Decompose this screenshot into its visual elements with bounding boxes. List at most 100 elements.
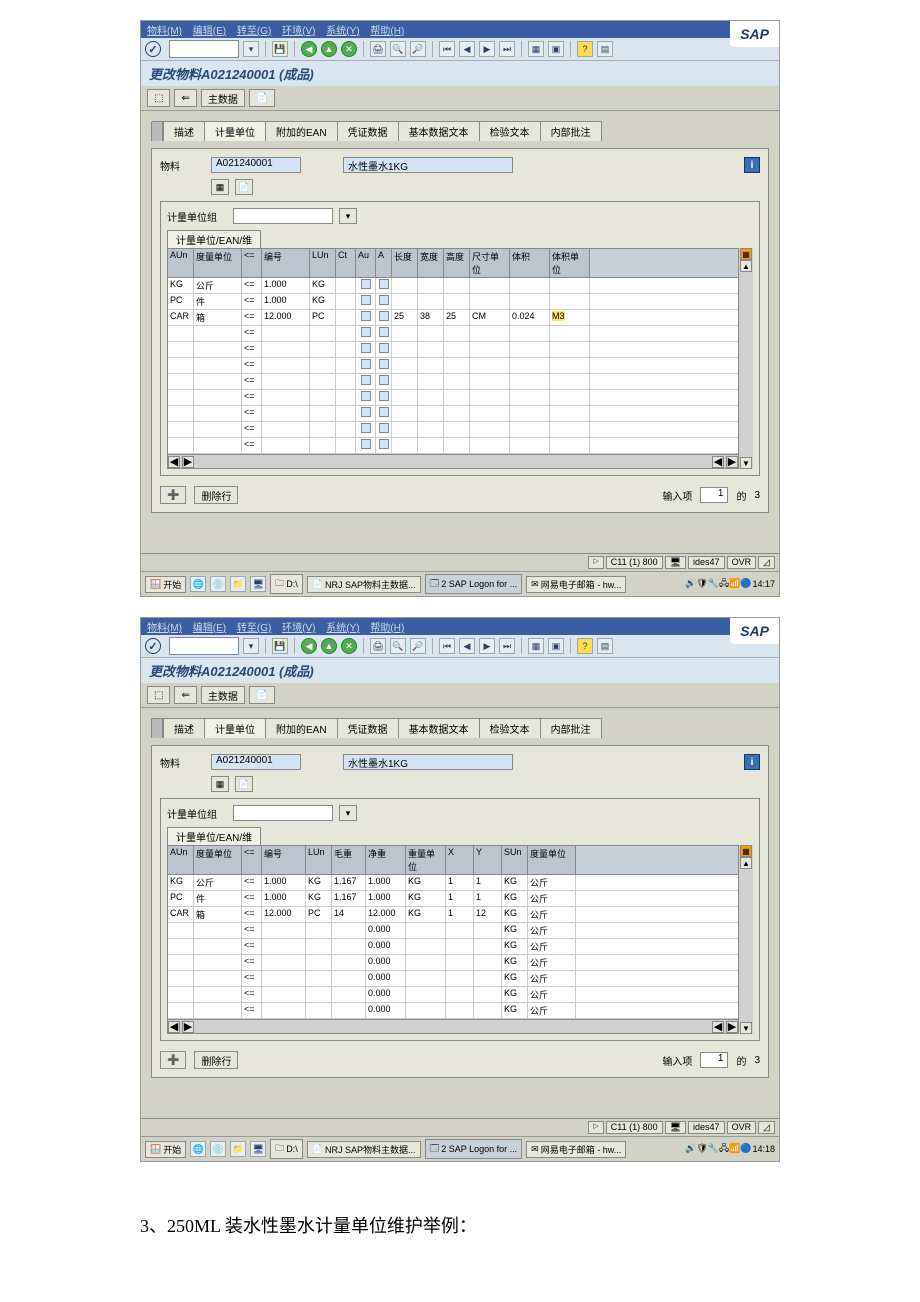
cancel-icon[interactable]: ✕ [341,41,357,57]
find-icon[interactable]: 🔍 [390,638,406,654]
tab-note[interactable]: 内部批注 [540,121,602,141]
table-row[interactable]: <= [168,374,738,390]
table-row[interactable]: KG公斤<=1.000KG [168,278,738,294]
new-row-button[interactable]: ➕ [160,486,186,504]
tab-ean[interactable]: 附加的EAN [265,718,338,738]
table-row[interactable]: CAR箱<=12.000PC1412.000KG112KG公斤 [168,907,738,923]
task-netease[interactable]: ✉ 网易电子邮箱 - hw... [526,1141,626,1158]
dropdown-icon[interactable]: ▾ [243,638,259,654]
menu-env[interactable]: 环境(V) [282,623,315,634]
org-levels-button[interactable]: 📄 [249,89,275,107]
table-row[interactable]: PC件<=1.000KG1.1671.000KG11KG公斤 [168,891,738,907]
vscroll-up-icon[interactable]: ▲ [740,260,752,272]
quick-ie-icon[interactable]: 🌐 [190,1141,206,1157]
find-icon[interactable]: 🔍 [390,41,406,57]
print-icon[interactable]: 🖨 [370,638,386,654]
last-page-icon[interactable]: ⏭ [499,41,515,57]
quick-desktop-icon[interactable]: 🖥 [250,576,266,592]
tab-basic[interactable]: 基本数据文本 [398,121,480,141]
main-data-button[interactable]: 主数据 [201,89,245,107]
info-icon[interactable]: i [744,754,760,770]
table-row[interactable]: <= [168,342,738,358]
command-field[interactable] [169,637,239,655]
table-row[interactable]: <= [168,422,738,438]
enter-icon[interactable]: ✓ [145,638,161,654]
config-icon[interactable]: ▦ [740,248,752,260]
table-row[interactable]: <=0.000KG公斤 [168,987,738,1003]
task-sap-data[interactable]: 📄 NRJ SAP物料主数据... [307,1141,421,1158]
help-icon[interactable]: ? [577,41,593,57]
exit-icon[interactable]: ▲ [321,638,337,654]
quick-folder-icon[interactable]: 📁 [230,1141,246,1157]
detail-icon[interactable]: 📄 [235,776,253,792]
table-row[interactable]: <=0.000KG公斤 [168,955,738,971]
hscroll-left-icon[interactable]: ◀ [168,456,180,468]
enter-icon[interactable]: ✓ [145,41,161,57]
tab-insp[interactable]: 检验文本 [479,718,541,738]
tab-uom[interactable]: 计量单位 [204,121,266,141]
dropdown-icon[interactable]: ▾ [243,41,259,57]
vscroll-up-icon[interactable]: ▲ [740,857,752,869]
layout-icon[interactable]: ▤ [597,638,613,654]
tab-uom[interactable]: 计量单位 [204,718,266,738]
table-row[interactable]: KG公斤<=1.000KG1.1671.000KG11KG公斤 [168,875,738,891]
uom-group-dropdown-icon[interactable]: ▾ [339,805,357,821]
tab-doc[interactable]: 凭证数据 [337,121,399,141]
start-button[interactable]: 🪟 开始 [145,576,186,593]
table-row[interactable]: <= [168,438,738,454]
help-icon[interactable]: ? [577,638,593,654]
menu-system[interactable]: 系统(Y) [326,623,359,634]
delete-row-button[interactable]: 删除行 [194,1051,238,1069]
hscroll-right-icon[interactable]: ▶ [182,1021,194,1033]
display-icon[interactable]: ▦ [211,179,229,195]
next-page-icon[interactable]: ▶ [479,638,495,654]
new-row-button[interactable]: ➕ [160,1051,186,1069]
task-drive[interactable]: 🗀 D:\ [270,574,303,594]
table-row[interactable]: <=0.000KG公斤 [168,939,738,955]
subtab-uom-ean[interactable]: 计量单位/EAN/维 [167,827,261,845]
shortcut-icon[interactable]: ▣ [548,41,564,57]
table-row[interactable]: <=0.000KG公斤 [168,971,738,987]
hscroll-right2-icon[interactable]: ▶ [726,456,738,468]
quick-desktop-icon[interactable]: 🖥 [250,1141,266,1157]
back-icon[interactable]: ◀ [301,638,317,654]
tab-basic[interactable]: 基本数据文本 [398,718,480,738]
first-page-icon[interactable]: ⏮ [439,41,455,57]
hscroll-right-icon[interactable]: ▶ [182,456,194,468]
menu-goto[interactable]: 转至(G) [237,26,271,37]
menu-edit[interactable]: 编辑(E) [193,623,226,634]
table-row[interactable]: <= [168,358,738,374]
quick-cd-icon[interactable]: 💿 [210,1141,226,1157]
detail-icon[interactable]: 📄 [235,179,253,195]
next-page-icon[interactable]: ▶ [479,41,495,57]
back-button[interactable]: ⇐ [174,89,196,107]
task-sap-logon[interactable]: 🗔 2 SAP Logon for ... [425,574,523,594]
quick-ie-icon[interactable]: 🌐 [190,576,206,592]
menu-help[interactable]: 帮助(H) [370,623,404,634]
task-netease[interactable]: ✉ 网易电子邮箱 - hw... [526,576,626,593]
back-button[interactable]: ⇐ [174,686,196,704]
table-row[interactable]: <=0.000KG公斤 [168,1003,738,1019]
hscroll-left2-icon[interactable]: ◀ [712,456,724,468]
vscroll-down-icon[interactable]: ▼ [740,457,752,469]
hscroll-left-icon[interactable]: ◀ [168,1021,180,1033]
session-icon[interactable]: ▦ [528,638,544,654]
save-icon[interactable]: 💾 [272,638,288,654]
task-sap-logon[interactable]: 🗔 2 SAP Logon for ... [425,1139,523,1159]
task-sap-data[interactable]: 📄 NRJ SAP物料主数据... [307,576,421,593]
table-row[interactable]: PC件<=1.000KG [168,294,738,310]
save-icon[interactable]: 💾 [272,41,288,57]
find-next-icon[interactable]: 🔎 [410,41,426,57]
additional-data-button[interactable]: ⬚ [147,686,170,704]
cancel-icon[interactable]: ✕ [341,638,357,654]
table-row[interactable]: <= [168,406,738,422]
uom-group-input[interactable] [233,208,333,224]
menu-help[interactable]: 帮助(H) [370,26,404,37]
command-field[interactable] [169,40,239,58]
info-icon[interactable]: i [744,157,760,173]
last-page-icon[interactable]: ⏭ [499,638,515,654]
session-icon[interactable]: ▦ [528,41,544,57]
entry-current[interactable]: 1 [700,487,728,503]
table-row[interactable]: CAR箱<=12.000PC253825CM0.024M3 [168,310,738,326]
config-icon[interactable]: ▦ [740,845,752,857]
